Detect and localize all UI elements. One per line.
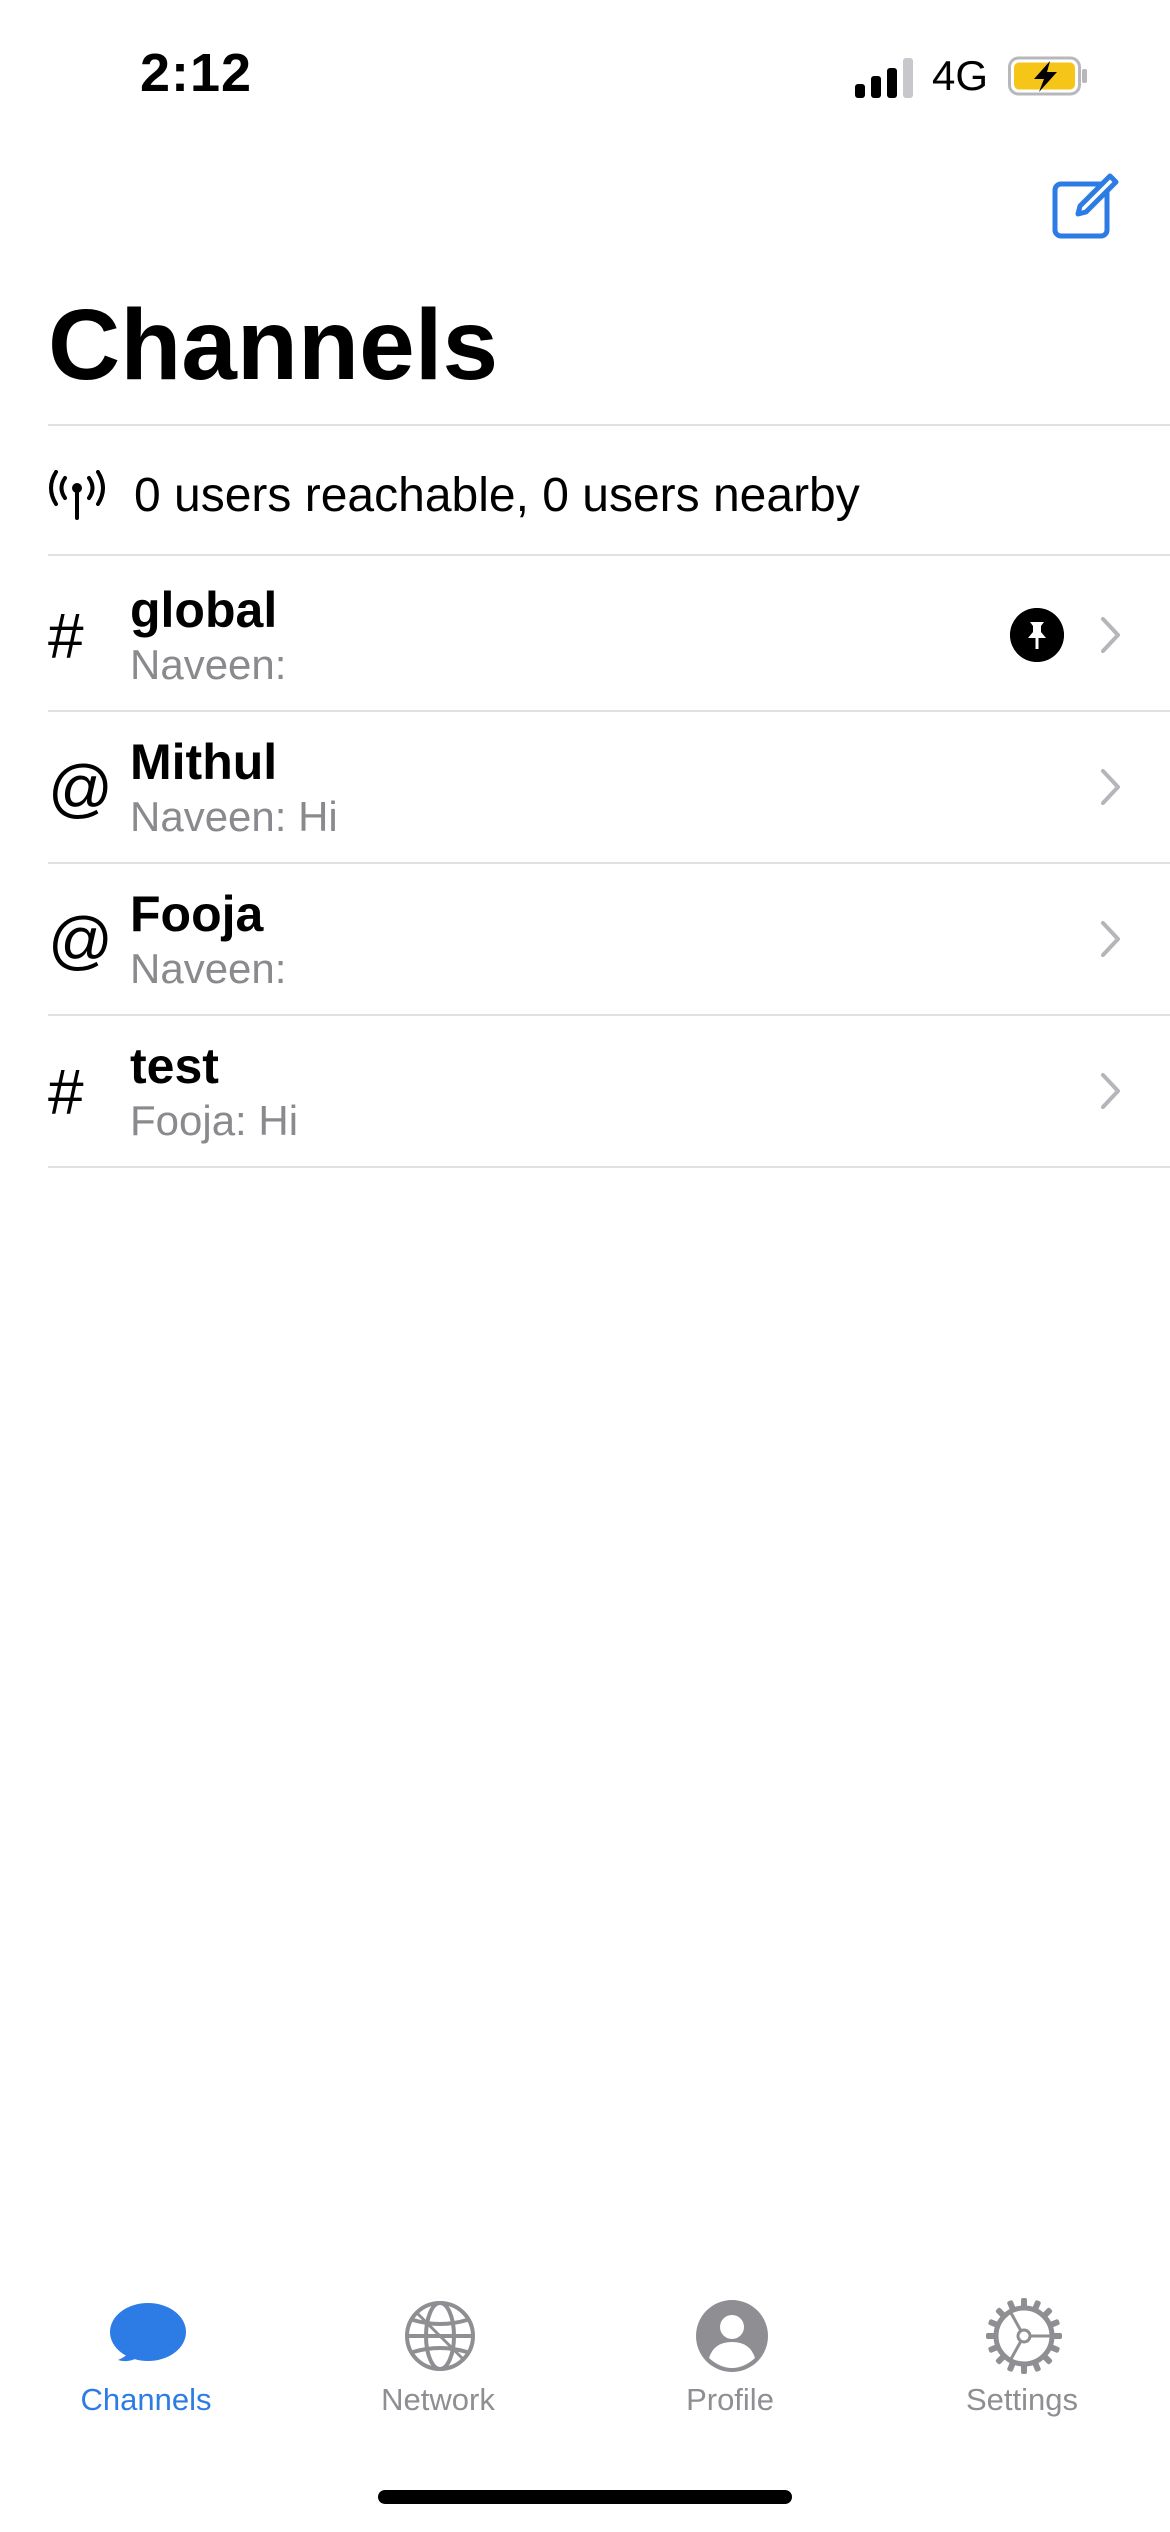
battery-icon: [1008, 56, 1087, 96]
channel-name: test: [130, 1038, 219, 1094]
at-icon: @: [48, 752, 113, 824]
channel-name: global: [130, 582, 278, 638]
tab-label: Channels: [80, 2382, 212, 2417]
signal-strength-icon: [855, 56, 915, 98]
tab-label: Network: [381, 2382, 495, 2417]
network-type: 4G: [932, 52, 989, 99]
channel-name: Mithul: [130, 734, 278, 790]
chevron-right-icon: [1101, 769, 1120, 805]
status-bar: 2:12 4G: [0, 0, 1170, 150]
hash-icon: #: [48, 1056, 84, 1128]
gear-icon: [986, 2298, 1062, 2374]
channel-preview: Fooja: Hi: [130, 1097, 299, 1144]
home-indicator[interactable]: [378, 2490, 792, 2504]
channel-preview: Naveen:: [130, 641, 287, 688]
page-title: Channels: [48, 289, 499, 401]
tab-label: Profile: [686, 2382, 774, 2417]
reachability-row: 0 users reachable, 0 users nearby: [48, 430, 1170, 560]
status-time: 2:12: [140, 43, 253, 103]
globe-icon: [405, 2301, 475, 2371]
channel-row-fooja[interactable]: @ Fooja Naveen:: [48, 864, 1170, 1016]
tab-profile[interactable]: Profile: [584, 2270, 876, 2430]
channel-row-test[interactable]: # test Fooja: Hi: [48, 1016, 1170, 1168]
chevron-right-icon: [1101, 617, 1120, 653]
tab-bar: Channels Network Profile Settings: [0, 2270, 1170, 2450]
tab-channels[interactable]: Channels: [0, 2270, 292, 2430]
hash-icon: #: [48, 600, 84, 672]
channel-row-global[interactable]: # global Naveen:: [48, 560, 1170, 712]
reach-divider: [48, 554, 1170, 556]
chevron-right-icon: [1101, 921, 1120, 957]
chevron-right-icon: [1101, 1073, 1120, 1109]
channel-list: # global Naveen: @ Mithul Naveen: Hi @ F…: [48, 560, 1170, 1168]
compose-button[interactable]: [1050, 172, 1120, 242]
title-divider: [48, 424, 1170, 426]
tab-label: Settings: [965, 2382, 1078, 2417]
profile-icon: [696, 2300, 768, 2372]
channel-name: Fooja: [130, 886, 264, 942]
channel-preview: Naveen:: [130, 945, 287, 992]
tab-settings[interactable]: Settings: [876, 2270, 1168, 2430]
tab-network[interactable]: Network: [292, 2270, 584, 2430]
channel-preview: Naveen: Hi: [130, 793, 338, 840]
pin-icon: [1010, 608, 1064, 662]
chat-bubble-icon: [110, 2303, 186, 2362]
at-icon: @: [48, 904, 113, 976]
reachability-text: 0 users reachable, 0 users nearby: [134, 469, 860, 522]
channel-row-mithul[interactable]: @ Mithul Naveen: Hi: [48, 712, 1170, 864]
antenna-icon: [49, 470, 105, 520]
